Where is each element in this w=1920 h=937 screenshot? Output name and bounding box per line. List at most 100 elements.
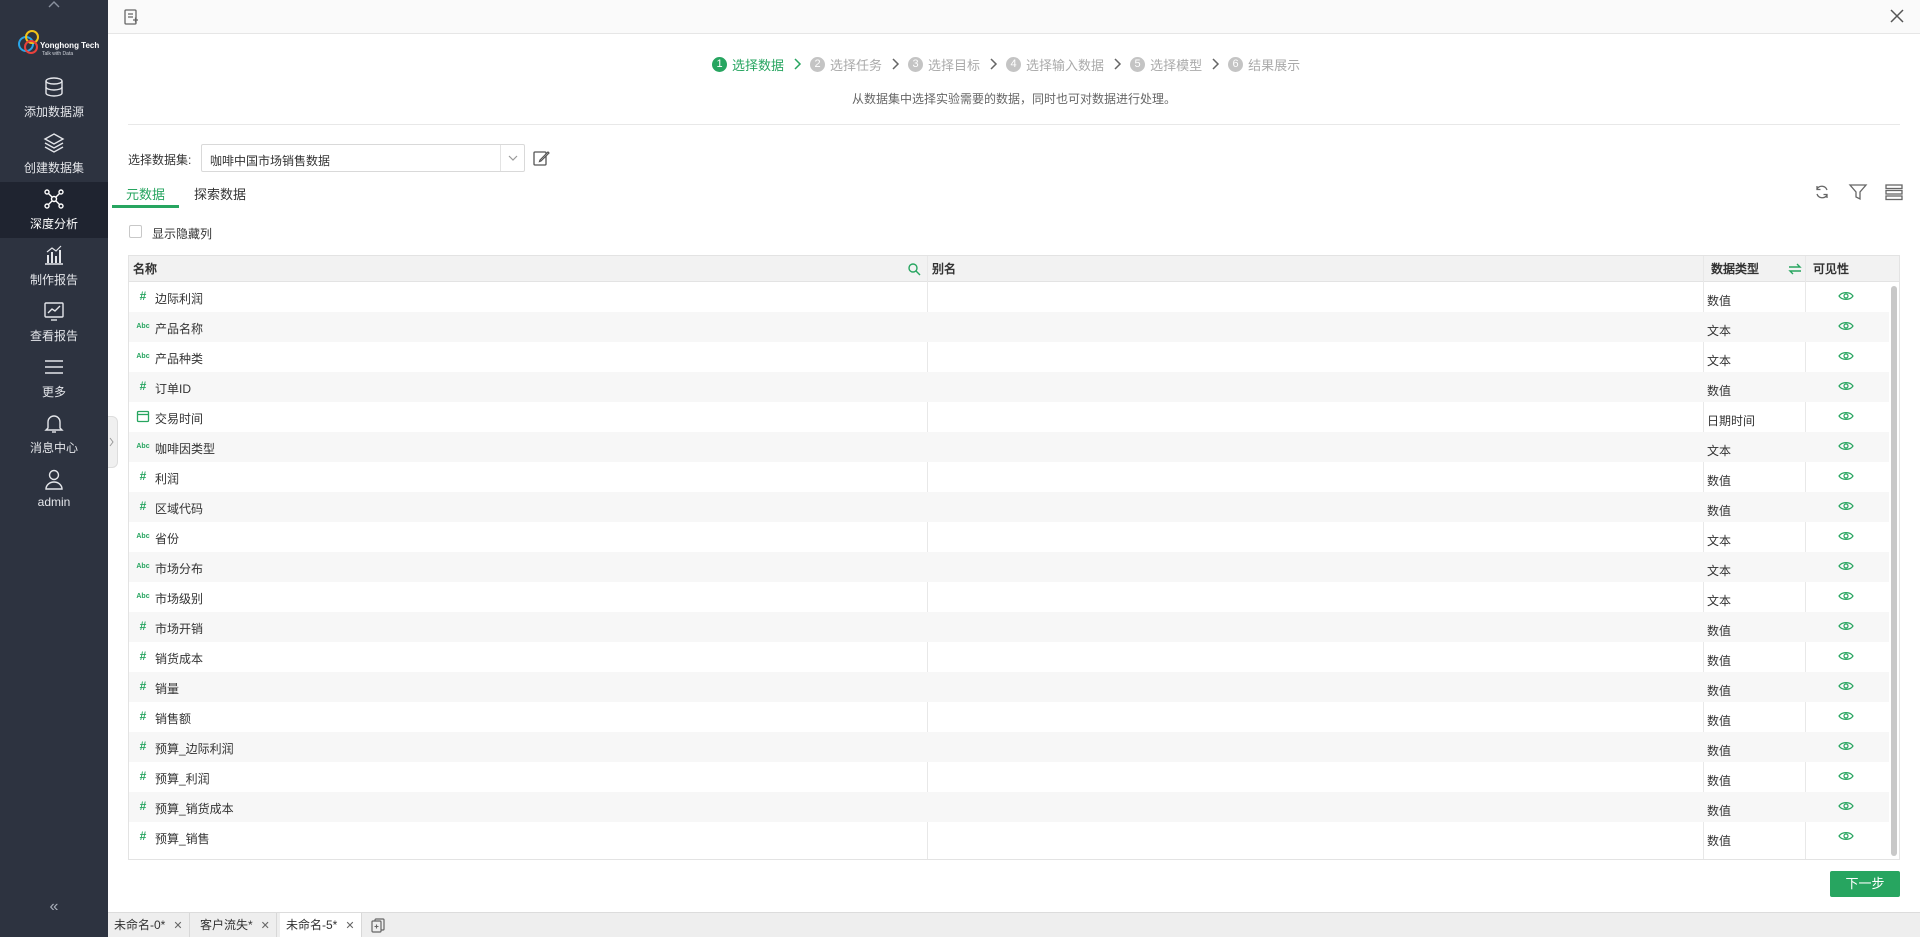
- table-row[interactable]: # 订单ID 数值: [129, 372, 1889, 402]
- table-row[interactable]: Abc 产品名称 文本: [129, 312, 1889, 342]
- table-row[interactable]: # 市场开销 数值: [129, 612, 1889, 642]
- field-data-type[interactable]: 文本: [1707, 352, 1731, 369]
- field-data-type[interactable]: 日期时间: [1707, 412, 1755, 429]
- scroll-up-icon[interactable]: [0, 0, 108, 14]
- header-visibility[interactable]: 可见性: [1809, 256, 1849, 282]
- eye-icon[interactable]: [1838, 320, 1854, 332]
- field-data-type[interactable]: 文本: [1707, 592, 1731, 609]
- list-settings-icon[interactable]: [1884, 182, 1904, 202]
- eye-icon[interactable]: [1838, 650, 1854, 662]
- step-select-target[interactable]: 3 选择目标: [908, 55, 980, 74]
- field-data-type[interactable]: 数值: [1707, 622, 1731, 639]
- nav-message-center[interactable]: 消息中心: [0, 406, 108, 462]
- table-row[interactable]: # 预算_销售 数值: [129, 822, 1889, 852]
- doc-tab[interactable]: 客户流失* ✕: [194, 913, 277, 937]
- header-alias[interactable]: 别名: [928, 256, 956, 282]
- field-data-type[interactable]: 文本: [1707, 322, 1731, 339]
- refresh-icon[interactable]: [1812, 182, 1832, 202]
- table-row[interactable]: Abc 产品种类 文本: [129, 342, 1889, 372]
- edit-icon[interactable]: [532, 149, 550, 167]
- step-select-model[interactable]: 5 选择模型: [1130, 55, 1202, 74]
- sidebar-collapse-icon[interactable]: «: [44, 898, 64, 918]
- nav-deep-analysis[interactable]: 深度分析: [0, 182, 108, 238]
- header-data-type[interactable]: 数据类型: [1707, 256, 1759, 282]
- eye-icon[interactable]: [1838, 350, 1854, 362]
- step-select-input-data[interactable]: 4 选择输入数据: [1006, 55, 1104, 74]
- field-data-type[interactable]: 文本: [1707, 442, 1731, 459]
- table-row[interactable]: # 预算_边际利润 数值: [129, 732, 1889, 762]
- field-data-type[interactable]: 文本: [1707, 532, 1731, 549]
- nav-make-report[interactable]: 制作报告: [0, 238, 108, 294]
- filter-icon[interactable]: [1848, 182, 1868, 202]
- eye-icon[interactable]: [1838, 410, 1854, 422]
- step-select-task[interactable]: 2 选择任务: [810, 55, 882, 74]
- field-data-type[interactable]: 数值: [1707, 472, 1731, 489]
- eye-icon[interactable]: [1838, 560, 1854, 572]
- close-icon[interactable]: ✕: [345, 914, 354, 937]
- nav-view-report[interactable]: 查看报告: [0, 294, 108, 350]
- tab-explore-data[interactable]: 探索数据: [180, 180, 260, 208]
- field-data-type[interactable]: 文本: [1707, 562, 1731, 579]
- close-icon[interactable]: [1888, 7, 1906, 25]
- field-data-type[interactable]: 数值: [1707, 292, 1731, 309]
- eye-icon[interactable]: [1838, 740, 1854, 752]
- close-icon[interactable]: ✕: [173, 914, 182, 937]
- field-data-type[interactable]: 数值: [1707, 832, 1731, 849]
- field-data-type[interactable]: 数值: [1707, 712, 1731, 729]
- close-icon[interactable]: ✕: [261, 914, 270, 937]
- show-hidden-label[interactable]: 显示隐藏列: [152, 225, 212, 242]
- eye-icon[interactable]: [1838, 710, 1854, 722]
- nav-user-admin[interactable]: admin: [0, 462, 108, 518]
- table-row[interactable]: Abc 咖啡因类型 文本: [129, 432, 1889, 462]
- search-icon[interactable]: [907, 262, 921, 276]
- panel-expand-handle[interactable]: [108, 416, 118, 468]
- header-name[interactable]: 名称: [129, 256, 157, 282]
- field-data-type[interactable]: 数值: [1707, 772, 1731, 789]
- table-row[interactable]: Abc 省份 文本: [129, 522, 1889, 552]
- field-data-type[interactable]: 数值: [1707, 652, 1731, 669]
- chevron-down-icon[interactable]: [500, 145, 524, 171]
- copy-tab-icon[interactable]: [370, 917, 386, 933]
- field-data-type[interactable]: 数值: [1707, 802, 1731, 819]
- eye-icon[interactable]: [1838, 830, 1854, 842]
- eye-icon[interactable]: [1838, 770, 1854, 782]
- eye-icon[interactable]: [1838, 470, 1854, 482]
- table-row[interactable]: # 边际利润 数值: [129, 282, 1889, 312]
- table-row[interactable]: Abc 市场分布 文本: [129, 552, 1889, 582]
- table-scrollbar[interactable]: [1891, 286, 1897, 856]
- doc-tab[interactable]: 未命名-0* ✕: [108, 913, 190, 937]
- field-data-type[interactable]: 数值: [1707, 742, 1731, 759]
- nav-create-dataset[interactable]: 创建数据集: [0, 126, 108, 182]
- step-select-data[interactable]: 1 选择数据: [712, 55, 784, 74]
- doc-tab-active[interactable]: 未命名-5* ✕: [280, 913, 362, 937]
- table-row[interactable]: # 预算_销货成本 数值: [129, 792, 1889, 822]
- table-row[interactable]: # 销货成本 数值: [129, 642, 1889, 672]
- eye-icon[interactable]: [1838, 530, 1854, 542]
- document-add-icon[interactable]: [122, 8, 140, 26]
- eye-icon[interactable]: [1838, 500, 1854, 512]
- table-row[interactable]: # 预算_利润 数值: [129, 762, 1889, 792]
- eye-icon[interactable]: [1838, 290, 1854, 302]
- field-data-type[interactable]: 数值: [1707, 382, 1731, 399]
- eye-icon[interactable]: [1838, 380, 1854, 392]
- eye-icon[interactable]: [1838, 440, 1854, 452]
- field-data-type[interactable]: 数值: [1707, 502, 1731, 519]
- nav-more[interactable]: 更多: [0, 350, 108, 406]
- table-row[interactable]: # 利润 数值: [129, 462, 1889, 492]
- eye-icon[interactable]: [1838, 620, 1854, 632]
- field-data-type[interactable]: 数值: [1707, 682, 1731, 699]
- eye-icon[interactable]: [1838, 680, 1854, 692]
- table-row[interactable]: # 区域代码 数值: [129, 492, 1889, 522]
- table-row[interactable]: # 销售额 数值: [129, 702, 1889, 732]
- show-hidden-checkbox[interactable]: [129, 225, 142, 238]
- eye-icon[interactable]: [1838, 800, 1854, 812]
- table-row[interactable]: # 销量 数值: [129, 672, 1889, 702]
- eye-icon[interactable]: [1838, 590, 1854, 602]
- swap-icon[interactable]: [1787, 261, 1803, 277]
- table-row[interactable]: Abc 市场级别 文本: [129, 582, 1889, 612]
- table-row[interactable]: 交易时间 日期时间: [129, 402, 1889, 432]
- tab-metadata[interactable]: 元数据: [112, 180, 180, 208]
- dataset-select[interactable]: 咖啡中国市场销售数据: [201, 144, 525, 172]
- next-button[interactable]: 下一步: [1830, 871, 1900, 897]
- step-result-display[interactable]: 6 结果展示: [1228, 55, 1300, 74]
